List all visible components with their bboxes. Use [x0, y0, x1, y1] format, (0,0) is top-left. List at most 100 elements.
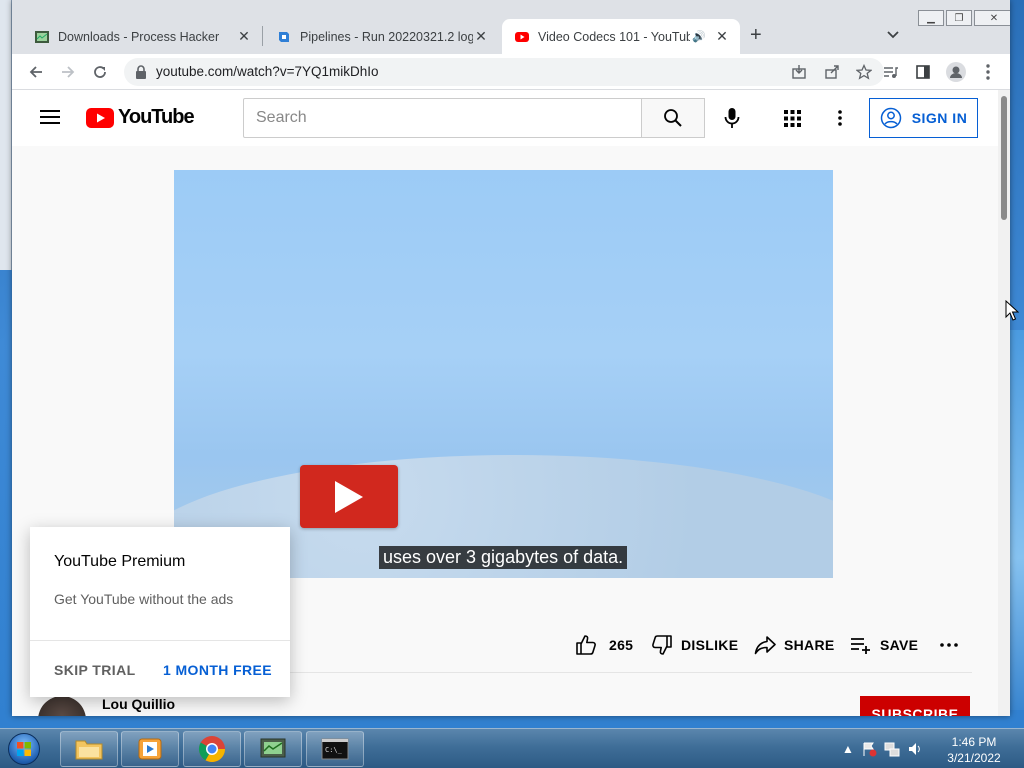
side-panel-icon[interactable] [911, 60, 935, 84]
windows-logo-icon [8, 733, 40, 765]
channel-name[interactable]: Lou Quillio [102, 696, 175, 712]
mouse-cursor-icon [1005, 300, 1019, 321]
tab-title: Downloads - Process Hacker [58, 29, 220, 44]
more-vert-icon[interactable] [976, 60, 1000, 84]
voice-search-mic-icon[interactable] [724, 107, 740, 134]
tab-close-icon[interactable]: ✕ [236, 28, 252, 45]
url-text: youtube.com/watch?v=7YQ1mikDhIo [156, 64, 379, 79]
tab-close-icon[interactable]: ✕ [714, 28, 730, 45]
promo-subtitle: Get YouTube without the ads [54, 591, 234, 607]
taskbar-explorer[interactable] [60, 731, 118, 767]
media-control-icon[interactable] [878, 60, 902, 84]
lock-icon[interactable] [135, 65, 147, 79]
action-center-flag-icon[interactable] [861, 741, 877, 757]
like-count: 265 [609, 637, 634, 653]
skip-trial-button[interactable]: SKIP TRIAL [54, 662, 136, 678]
save-button[interactable]: SAVE [850, 625, 918, 665]
forward-arrow-icon[interactable] [56, 60, 80, 84]
search-icon [664, 109, 682, 127]
media-player-icon [138, 738, 162, 760]
taskbar-chrome[interactable] [183, 731, 241, 767]
title-bar: Downloads - Process Hacker ✕ Pipelines -… [12, 0, 1010, 54]
share-button[interactable]: SHARE [754, 625, 835, 665]
close-window-icon[interactable]: ✕ [974, 10, 1010, 26]
minimize-icon[interactable]: ▁ [918, 10, 944, 26]
apps-grid-icon[interactable] [784, 110, 801, 132]
video-caption: uses over 3 gigabytes of data. [379, 546, 628, 569]
profile-avatar-icon[interactable] [944, 60, 968, 84]
show-hidden-icons-icon[interactable]: ▲ [842, 742, 854, 756]
clock-time: 1:46 PM [951, 735, 997, 749]
system-tray: ▲ [842, 733, 923, 765]
desktop-wallpaper-accent [1010, 330, 1024, 710]
search-button[interactable] [641, 98, 705, 138]
play-button[interactable] [300, 465, 398, 528]
subscribe-button[interactable]: SUBSCRIBE [860, 696, 970, 716]
settings-more-vert-icon[interactable] [838, 110, 842, 131]
scrollbar-thumb[interactable] [1001, 96, 1007, 220]
youtube-favicon-icon [515, 31, 529, 42]
like-button[interactable]: 265 [575, 625, 633, 665]
command-prompt-icon: C:\_ [321, 738, 349, 760]
hamburger-menu-icon[interactable] [40, 109, 60, 130]
youtube-header: YouTube SIGN IN [12, 90, 998, 146]
taskbar-command-prompt[interactable]: C:\_ [306, 731, 364, 767]
address-bar[interactable]: youtube.com/watch?v=7YQ1mikDhIo [124, 58, 884, 86]
tab-close-icon[interactable]: ✕ [473, 28, 489, 45]
playlist-add-icon [851, 638, 870, 654]
reload-icon[interactable] [88, 60, 112, 84]
browser-toolbar: youtube.com/watch?v=7YQ1mikDhIo [12, 54, 1010, 90]
divider [174, 672, 972, 673]
sign-in-label: SIGN IN [911, 110, 968, 126]
network-icon[interactable] [884, 741, 900, 757]
dislike-label: DISLIKE [681, 637, 739, 653]
share-page-icon[interactable] [824, 64, 840, 80]
search-input[interactable] [243, 98, 642, 138]
folder-icon [75, 740, 103, 760]
install-app-icon[interactable] [791, 64, 807, 80]
bookmark-star-icon[interactable] [856, 64, 872, 80]
svg-text:C:\_: C:\_ [325, 746, 343, 754]
tab-search-chevron-down-icon[interactable] [886, 27, 900, 45]
taskbar-media-player[interactable] [121, 731, 179, 767]
volume-icon[interactable] [907, 741, 923, 757]
save-label: SAVE [880, 637, 919, 653]
windows-taskbar: C:\_ ▲ 1:46 PM 3/21/2022 [0, 728, 1024, 768]
background-window [0, 0, 12, 270]
youtube-logo[interactable]: YouTube [86, 106, 195, 129]
thumbs-down-icon [652, 635, 672, 655]
chrome-icon [198, 736, 226, 763]
tab-process-hacker[interactable]: Downloads - Process Hacker ✕ [22, 19, 262, 54]
tab-title: Video Codecs 101 - YouTube [538, 29, 691, 44]
premium-promo-popup: YouTube Premium Get YouTube without the … [30, 527, 290, 697]
share-arrow-icon [754, 636, 776, 655]
clock-date: 3/21/2022 [947, 751, 1001, 765]
back-arrow-icon[interactable] [24, 60, 48, 84]
play-icon [335, 480, 363, 513]
new-tab-plus-icon[interactable]: + [750, 24, 762, 47]
account-circle-icon [880, 107, 901, 129]
page-scrollbar[interactable] [998, 90, 1010, 716]
thumbs-up-icon [576, 635, 596, 655]
dislike-button[interactable]: DISLIKE [651, 625, 738, 665]
channel-avatar[interactable] [38, 696, 86, 716]
video-player[interactable]: uses over 3 gigabytes of data. [174, 170, 833, 578]
tab-pipelines[interactable]: Pipelines - Run 20220321.2 logs ✕ [264, 19, 499, 54]
promo-divider [30, 640, 290, 641]
audio-playing-icon[interactable]: 🔊 [692, 30, 706, 43]
window-controls: ▁ ❐ ✕ [916, 10, 1010, 26]
tab-separator [262, 26, 263, 46]
start-button[interactable] [4, 730, 44, 768]
tab-title: Pipelines - Run 20220321.2 logs [300, 29, 473, 44]
more-actions-icon[interactable] [940, 625, 958, 665]
month-free-button[interactable]: 1 MONTH FREE [163, 662, 272, 678]
sign-in-button[interactable]: SIGN IN [869, 98, 978, 138]
taskbar-clock[interactable]: 1:46 PM 3/21/2022 [940, 734, 1008, 766]
restore-icon[interactable]: ❐ [946, 10, 972, 26]
youtube-play-logo-icon [86, 107, 114, 128]
process-hacker-icon [35, 30, 49, 43]
taskbar-process-hacker[interactable] [244, 731, 302, 767]
tab-youtube[interactable]: Video Codecs 101 - YouTube 🔊 ✕ [502, 19, 740, 54]
share-label: SHARE [784, 637, 835, 653]
process-hacker-icon [260, 738, 286, 758]
